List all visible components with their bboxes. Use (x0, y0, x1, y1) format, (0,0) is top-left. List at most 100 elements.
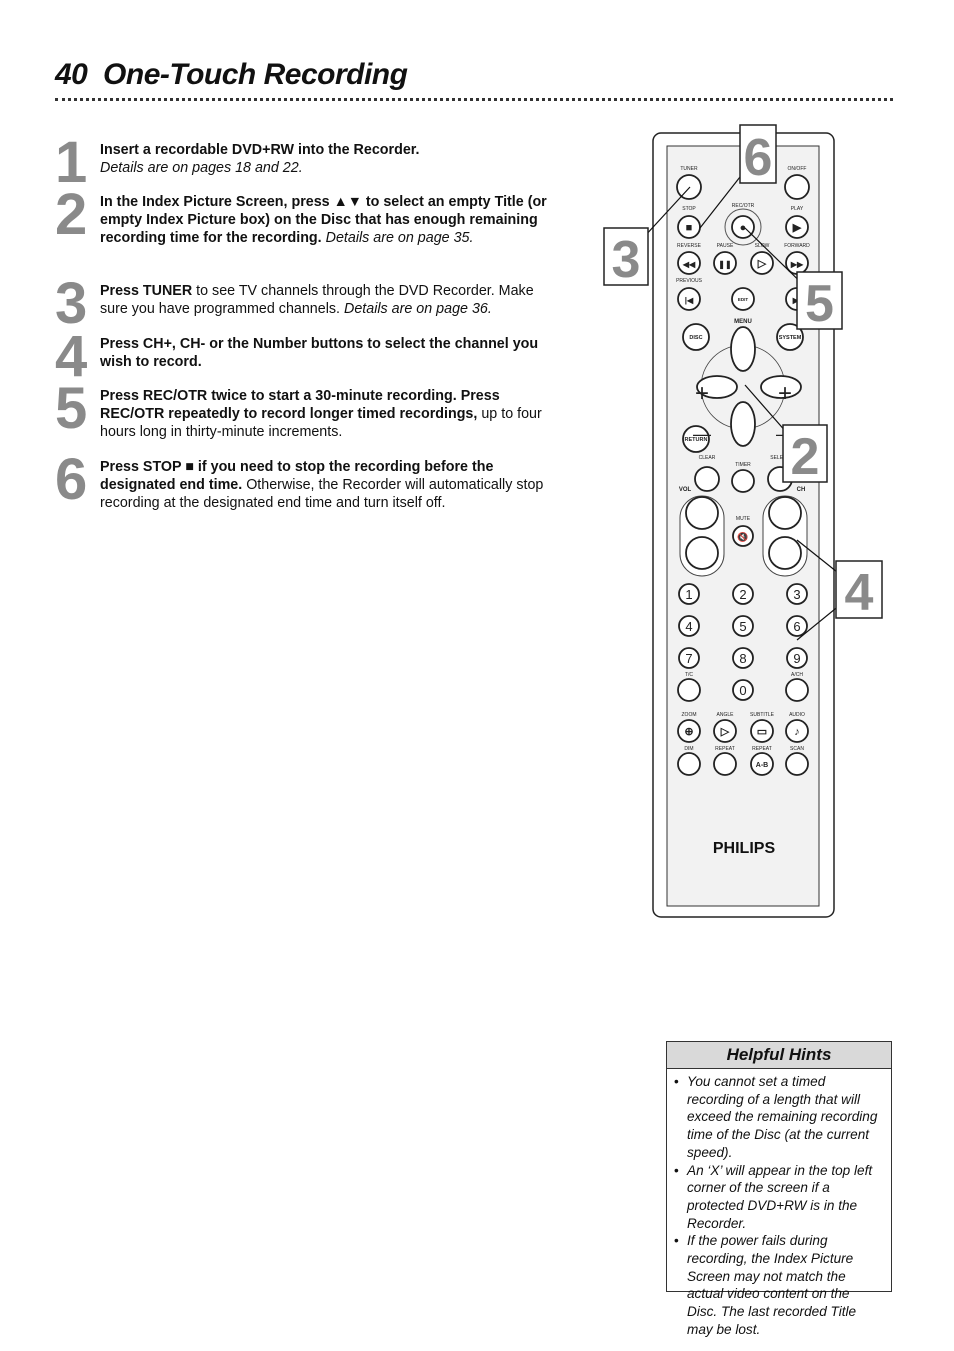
hint-item: If the power fails during recording, the… (674, 1232, 883, 1338)
tc-label: T/C (685, 672, 693, 678)
callout-number-6: 6 (744, 129, 773, 187)
repeat_ab-label: REPEAT (752, 746, 772, 752)
tuner-button[interactable] (676, 174, 702, 200)
digit-label: 7 (685, 651, 692, 666)
slow-icon: ▷ (757, 258, 767, 270)
digit-label: 6 (793, 619, 800, 634)
manual-page: 40 One-Touch Recording 1 Insert a record… (0, 0, 954, 1351)
subtitle-label: SUBTITLE (750, 712, 775, 718)
helpful-hints-box: Helpful Hints You cannot set a timed rec… (666, 1041, 892, 1337)
audio-icon: ♪ (794, 726, 800, 738)
step-text: Press STOP ■ if you need to stop the rec… (100, 459, 555, 512)
stop-icon: ■ (686, 222, 693, 234)
digit-label: 8 (739, 651, 746, 666)
digit-label: 4 (685, 619, 692, 634)
ach-button[interactable] (785, 678, 809, 702)
vol-plus-icon: + (695, 380, 709, 407)
vol-minus-icon: — (693, 424, 711, 444)
timer-label: TIMER (735, 462, 751, 468)
digit-label: 9 (793, 651, 800, 666)
audio-label: AUDIO (789, 712, 805, 718)
zoom-icon: ⊕ (684, 726, 693, 738)
step-italic: Details are on page 35. (325, 229, 474, 246)
angle-icon: ▷ (720, 726, 730, 738)
tuner-label: TUNER (680, 166, 698, 172)
philips-logo: PHILIPS (713, 840, 776, 857)
arrow-down-button[interactable] (730, 401, 756, 447)
step-italic: Details are on page 36. (344, 300, 492, 317)
ch-plus-icon: + (778, 380, 792, 407)
digit-label: 3 (793, 587, 800, 602)
repeat-label: REPEAT (715, 746, 735, 752)
stop-label: STOP (682, 206, 696, 212)
disc-button-label: DISC (689, 335, 702, 341)
title-text: One-Touch Recording (103, 58, 408, 91)
step-bold: Press CH+, CH- or the Number buttons to … (100, 336, 539, 370)
step-bold: Insert a recordable DVD+RW into the Reco… (100, 142, 420, 158)
recotr-label: REC/OTR (732, 203, 755, 209)
digit-label: 0 (739, 683, 746, 698)
callout-number-3: 3 (612, 231, 641, 289)
previous-icon: |◀ (685, 296, 694, 305)
page-title: 40 One-Touch Recording (55, 58, 408, 92)
step-italic: Details are on pages 18 and 22. (100, 159, 303, 176)
step-text: In the Index Picture Screen, press ▲▼ to… (100, 194, 555, 247)
forward-icon: ▶▶ (790, 260, 804, 269)
mute-label: MUTE (736, 516, 751, 522)
angle-label: ANGLE (717, 712, 735, 718)
subtitle-icon: ▭ (757, 726, 767, 738)
step-text: Insert a recordable DVD+RW into the Reco… (100, 142, 555, 178)
play-label: PLAY (791, 206, 804, 212)
callout-number-2: 2 (791, 428, 820, 486)
menu-label: MENU (734, 319, 752, 325)
onoff-label: ON/OFF (788, 166, 807, 172)
callout-number-4: 4 (845, 564, 874, 622)
pause-icon: ❚❚ (718, 260, 731, 270)
mute-icon: 🔇 (737, 531, 748, 542)
hint-item: You cannot set a timed recording of a le… (674, 1073, 883, 1162)
vol-label: VOL (679, 487, 692, 493)
timer-button[interactable] (731, 469, 755, 493)
ach-label: A/CH (791, 672, 803, 678)
edit-button-label: EDIT (738, 297, 749, 302)
digit-label: 2 (739, 587, 746, 602)
step-bold: Press REC/OTR twice to start a 30-minute… (100, 388, 500, 422)
ch-plus-button[interactable] (768, 496, 802, 530)
step-bold: Press TUNER (100, 283, 193, 299)
page-number: 40 (55, 58, 88, 91)
clear-button[interactable] (694, 466, 720, 492)
zoom-label: ZOOM (682, 712, 697, 718)
vol-plus-button[interactable] (685, 496, 719, 530)
pause-label: PAUSE (717, 243, 734, 249)
system-button-label: SYSTEM (779, 335, 802, 341)
dim-button[interactable] (677, 752, 701, 776)
step-number: 2 (55, 182, 87, 247)
arrow-up-button[interactable] (730, 326, 756, 372)
ch-minus-button[interactable] (768, 536, 802, 570)
scan-label: SCAN (790, 746, 804, 752)
forward-label: FORWARD (784, 243, 810, 249)
callout-number-5: 5 (805, 275, 834, 333)
remote-control-illustration: TUNER ON/OFFSTOP■REC/OTR●PLAY▶REVERSE◀◀PA… (603, 124, 883, 918)
step-text: Press REC/OTR twice to start a 30-minute… (100, 388, 555, 441)
clear-label: CLEAR (699, 455, 716, 461)
hint-item: An ‘X’ will appear in the top left corne… (674, 1162, 883, 1233)
ch-label: CH (797, 487, 806, 493)
reverse-label: REVERSE (677, 243, 702, 249)
digit-label: 1 (685, 587, 692, 602)
step-number: 5 (55, 376, 87, 441)
ab-button-label: A-B (756, 762, 768, 769)
vol-minus-button[interactable] (685, 536, 719, 570)
scan-button[interactable] (785, 752, 809, 776)
dotted-divider (55, 98, 893, 101)
step-text: Press TUNER to see TV channels through t… (100, 283, 555, 319)
step-text: Press CH+, CH- or the Number buttons to … (100, 336, 555, 372)
reverse-icon: ◀◀ (682, 260, 696, 269)
hints-title: Helpful Hints (667, 1042, 891, 1069)
repeat-button[interactable] (713, 752, 737, 776)
digit-label: 5 (739, 619, 746, 634)
step-bold: In the Index Picture Screen, press ▲▼ to… (100, 194, 547, 246)
dim-label: DIM (684, 746, 693, 752)
onoff-button[interactable] (784, 174, 810, 200)
tc-button[interactable] (677, 678, 701, 702)
